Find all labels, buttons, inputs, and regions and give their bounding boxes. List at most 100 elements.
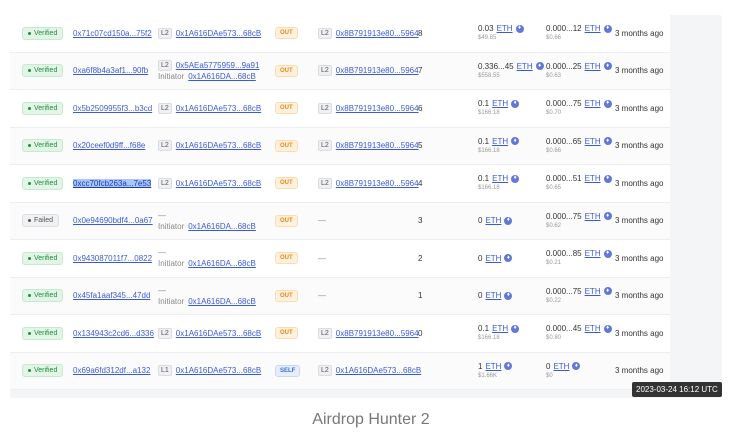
fee-currency-link[interactable]: ETH [585,286,601,297]
table-row[interactable]: Verified 0xcc70fcb263a...7e53 L2 0x1A616D… [10,165,670,203]
from-address[interactable]: 0x1A616DAe573...68cB [176,103,261,114]
fee-currency-link[interactable]: ETH [585,61,601,72]
from-address[interactable]: 0x5AEa5775959...9a91 [176,60,260,71]
status-label: Verified [34,29,58,37]
value-amount: 0.1 [478,324,490,334]
tx-hash-link[interactable]: 0x5b2509955f3...b3cd [73,104,152,113]
direction-badge: OUT [275,214,298,227]
from-cell: — Initiator 0x1A616DA...68cB [158,210,256,232]
from-address[interactable]: 0x1A616DAe573...68cB [176,28,261,39]
value-currency-link[interactable]: ETH [485,215,501,226]
from-address[interactable]: 0x1A616DAe573...68cB [176,328,261,339]
fee-currency-link[interactable]: ETH [553,361,569,372]
table-row[interactable]: Verified 0x134943c2cd6...d336 L2 0x1A616D… [10,315,670,353]
eth-icon: ♦ [504,254,513,263]
to-address[interactable]: 0x8B791913e80...5964 [336,104,419,113]
to-layer-tag: L2 [318,365,332,377]
table-row[interactable]: Verified 0x20ceef0d9ff...f68e L2 0x1A616D… [10,127,670,165]
eth-icon: ♦ [603,324,612,333]
status-badge: Failed [22,214,60,228]
table-row[interactable]: Verified 0x71c07cd150a...75f2 L2 0x1A616D… [10,15,670,53]
from-cell: — Initiator 0x1A616DA...68cB [158,285,256,307]
value-currency-link[interactable]: ETH [492,136,508,147]
tx-hash-link[interactable]: 0x134943c2cd6...d336 [73,329,154,338]
nonce: 3 [418,216,423,226]
tx-hash-link[interactable]: 0x0e94690bdf4...0a67 [73,216,153,225]
direction-badge: OUT [275,252,298,265]
fee-currency-link[interactable]: ETH [585,23,601,34]
fee-currency-link[interactable]: ETH [585,98,601,109]
status-label: Failed [34,217,54,225]
value-currency-link[interactable]: ETH [517,61,533,72]
fee-usd: $0.65 [546,185,562,192]
from-address[interactable]: 0x1A616DAe573...68cB [176,140,261,151]
initiator-address[interactable]: 0x1A616DA...68cB [188,71,256,82]
to-address[interactable]: 0x8B791913e80...5964 [336,66,419,75]
fee-usd: $0.62 [546,222,562,229]
table-row[interactable]: Failed 0x0e94690bdf4...0a67 — Initiator 0x… [10,202,670,240]
value-usd: $166.18 [478,185,500,192]
fee-currency-link[interactable]: ETH [585,136,601,147]
tx-hash-link[interactable]: 0x943087011f7...0822 [73,254,152,263]
nonce: 7 [418,66,423,76]
initiator-address[interactable]: 0x1A616DA...68cB [188,221,256,232]
fee-amount: 0.000...25 [546,61,582,71]
to-address: — [318,216,326,226]
from-layer-tag: L2 [158,59,172,71]
tx-hash-link[interactable]: 0xa6f8b4a3af1...90fb [73,66,148,75]
value-amount: 0.03 [478,24,494,34]
to-cell: L2 0x8B791913e80...5964 [318,65,419,77]
table-row[interactable]: Verified 0x45fa1aaf345...47dd — Initiator… [10,277,670,315]
tx-hash-link[interactable]: 0x71c07cd150a...75f2 [73,29,152,38]
fee-currency-link[interactable]: ETH [585,211,601,222]
from-address[interactable]: 0x1A616DAe573...68cB [176,178,261,189]
status-badge: Verified [22,289,64,303]
eth-icon: ♦ [572,362,581,371]
tx-hash-link[interactable]: 0xcc70fcb263a...7e53 [73,178,152,188]
from-cell: L1 0x1A616DAe573...68cB [158,365,261,377]
from-cell: — Initiator 0x1A616DA...68cB [158,247,256,269]
value-currency-link[interactable]: ETH [485,290,501,301]
to-address[interactable]: 0x1A616DAe573...68cB [336,366,421,375]
nonce: 0 [418,328,423,338]
value-currency-link[interactable]: ETH [485,253,501,264]
status-dot-icon [28,256,31,260]
from-address[interactable]: 0x1A616DAe573...68cB [176,365,261,376]
to-address[interactable]: 0x8B791913e80...5964 [336,179,419,188]
from-cell: L2 0x1A616DAe573...68cB [158,177,261,189]
to-address[interactable]: 0x8B791913e80...5964 [336,29,419,38]
table-row[interactable]: Verified 0x5b2509955f3...b3cd L2 0x1A616D… [10,90,670,128]
initiator-address[interactable]: 0x1A616DA...68cB [188,296,256,307]
value-currency-link[interactable]: ETH [497,23,513,34]
tx-hash-link[interactable]: 0x69a6fd312df...a132 [73,366,150,375]
nonce: 6 [418,103,423,113]
eth-icon: ♦ [603,287,612,296]
to-address[interactable]: 0x8B791913e80...5964 [336,329,419,338]
eth-icon: ♦ [504,362,513,371]
table-row[interactable]: Verified 0x69a6fd312df...a132 L1 0x1A616D… [10,352,670,390]
tx-hash-link[interactable]: 0x45fa1aaf345...47dd [73,291,150,300]
direction-badge: OUT [275,139,298,152]
to-address[interactable]: 0x8B791913e80...5964 [336,141,419,150]
value-amount: 0 [478,216,483,226]
tx-hash-link[interactable]: 0x20ceef0d9ff...f68e [73,141,145,150]
table-row[interactable]: Verified 0xa6f8b4a3af1...90fb L2 0x5AEa57… [10,52,670,90]
fee-usd: $0.70 [546,110,562,117]
value-currency-link[interactable]: ETH [492,323,508,334]
initiator-label: Initiator [158,296,185,306]
fee-amount: 0 [546,361,551,371]
value-currency-link[interactable]: ETH [485,361,501,372]
value-currency-link[interactable]: ETH [492,173,508,184]
initiator-address[interactable]: 0x1A616DA...68cB [188,258,256,269]
value-currency-link[interactable]: ETH [492,98,508,109]
value-cell: 0 ETH ♦ [478,215,513,226]
fee-currency-link[interactable]: ETH [585,248,601,259]
fee-currency-link[interactable]: ETH [585,173,601,184]
fee-cell: 0.000...45 ETH ♦ $0.80 [546,323,612,343]
table-row[interactable]: Verified 0x943087011f7...0822 — Initiator… [10,240,670,278]
value-usd: $166.18 [478,335,500,342]
fee-usd: $0.80 [546,335,562,342]
value-amount: 0.1 [478,136,490,146]
value-amount: 1 [478,361,483,371]
fee-currency-link[interactable]: ETH [585,323,601,334]
